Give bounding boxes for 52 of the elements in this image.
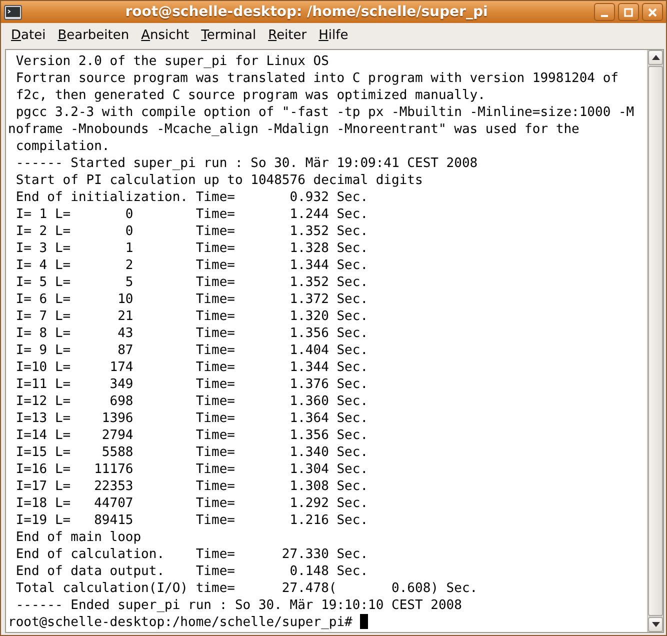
terminal-line: I= 8 L= 43 Time= 1.356 Sec. — [14, 325, 370, 342]
terminal-line: Fortran source program was translated into C program with version 19981204 of — [14, 70, 620, 87]
shell-prompt: root@schelle-desktop:/home/schelle/super_pi# — [8, 615, 352, 630]
terminal-line: End of data output. Time= 0.148 Sec. — [14, 563, 370, 580]
terminal-line: I=16 L= 11176 Time= 1.304 Sec. — [14, 461, 370, 478]
terminal-icon — [4, 4, 22, 20]
terminal-line: Version 2.0 of the super_pi for Linux OS — [14, 53, 330, 70]
terminal-line: End of initialization. Time= 0.932 Sec. — [14, 189, 370, 206]
terminal-line: I=17 L= 22353 Time= 1.308 Sec. — [14, 478, 370, 495]
window-title: root@schelle-desktop: /home/schelle/super_pi — [124, 2, 489, 22]
terminal-line: I=14 L= 2794 Time= 1.356 Sec. — [14, 427, 370, 444]
menu-item[interactable]: Reiter — [262, 26, 313, 46]
terminal-line: I=12 L= 698 Time= 1.360 Sec. — [14, 393, 370, 410]
terminal-line: I= 1 L= 0 Time= 1.244 Sec. — [14, 206, 370, 223]
terminal-line: I=18 L= 44707 Time= 1.292 Sec. — [14, 495, 370, 512]
maximize-icon — [624, 8, 633, 16]
terminal-line: I= 3 L= 1 Time= 1.328 Sec. — [14, 240, 370, 257]
terminal-line: I=15 L= 5588 Time= 1.340 Sec. — [14, 444, 370, 461]
terminal-line: noframe -Mnobounds -Mcache_align -Mdalign -Mnoreentrant" was used for the — [8, 121, 580, 138]
close-button[interactable] — [642, 3, 663, 21]
terminal-line: I= 6 L= 10 Time= 1.372 Sec. — [14, 291, 370, 308]
terminal-line: Start of PI calculation up to 1048576 decimal digits — [14, 172, 424, 189]
terminal-line: I= 9 L= 87 Time= 1.404 Sec. — [14, 342, 370, 359]
terminal-line: ------ Ended super_pi run : So 30. Mär 19:10:10 CEST 2008 — [14, 597, 463, 614]
terminal-line: Total calculation(I/O) time= 27.478( 0.608) Sec. — [14, 580, 479, 597]
terminal-line: I=13 L= 1396 Time= 1.364 Sec. — [14, 410, 370, 427]
terminal-line: pgcc 3.2-3 with compile option of "-fast -tp px -Mbuiltin -Minline=size:1000 -M — [14, 104, 636, 121]
terminal-line: I= 5 L= 5 Time= 1.352 Sec. — [14, 274, 370, 291]
up-arrow-icon — [652, 55, 660, 60]
menu-item[interactable]: Terminal — [195, 26, 262, 46]
terminal-line: I=11 L= 349 Time= 1.376 Sec. — [14, 376, 370, 393]
minimize-button[interactable] — [594, 3, 615, 21]
menu-item[interactable]: Bearbeiten — [52, 26, 136, 46]
terminal-line: I= 2 L= 0 Time= 1.352 Sec. — [14, 223, 370, 240]
terminal-line: I=19 L= 89415 Time= 1.216 Sec. — [14, 512, 370, 529]
terminal-line: I= 4 L= 2 Time= 1.344 Sec. — [14, 257, 370, 274]
menu-item[interactable]: Ansicht — [135, 26, 196, 46]
terminal-line: f2c, then generated C source program was optimized manually. — [14, 87, 486, 104]
scroll-down-button[interactable] — [648, 617, 663, 632]
terminal-line: I= 7 L= 21 Time= 1.320 Sec. — [14, 308, 370, 325]
menu-item[interactable]: Datei — [5, 26, 52, 46]
scroll-up-button[interactable] — [648, 50, 663, 65]
terminal-line: End of main loop — [14, 529, 142, 546]
minimize-icon — [601, 15, 608, 17]
close-icon — [648, 8, 657, 16]
terminal-line: End of calculation. Time= 27.330 Sec. — [14, 546, 370, 563]
down-arrow-icon — [652, 622, 660, 627]
terminal-line: ------ Started super_pi run : So 30. Mär 19:09:41 CEST 2008 — [14, 155, 479, 172]
menu-item[interactable]: Hilfe — [312, 26, 354, 46]
terminal-line: compilation. — [14, 138, 111, 155]
terminal-line: I=10 L= 174 Time= 1.344 Sec. — [14, 359, 370, 376]
maximize-button[interactable] — [618, 3, 639, 21]
